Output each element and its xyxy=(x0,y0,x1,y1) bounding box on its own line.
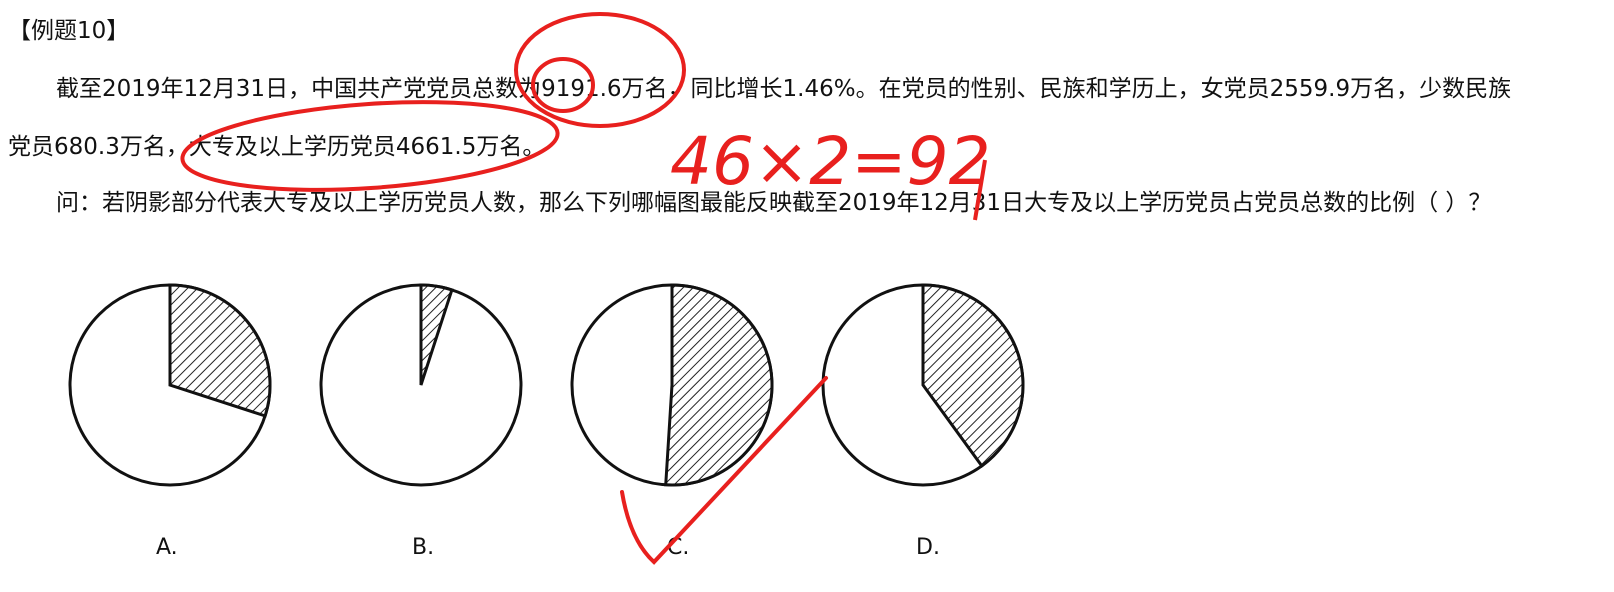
figure-canvas: 46×2=92 xyxy=(68,12,1025,565)
handwritten-annotations: 46×2=92 xyxy=(180,12,991,565)
circle-annotation-inner xyxy=(531,57,595,113)
circle-annotation-outer xyxy=(514,12,686,128)
pie-charts xyxy=(68,283,1025,487)
highlight-ellipse xyxy=(180,100,560,192)
handwritten-calculation: 46×2=92 xyxy=(670,123,991,200)
